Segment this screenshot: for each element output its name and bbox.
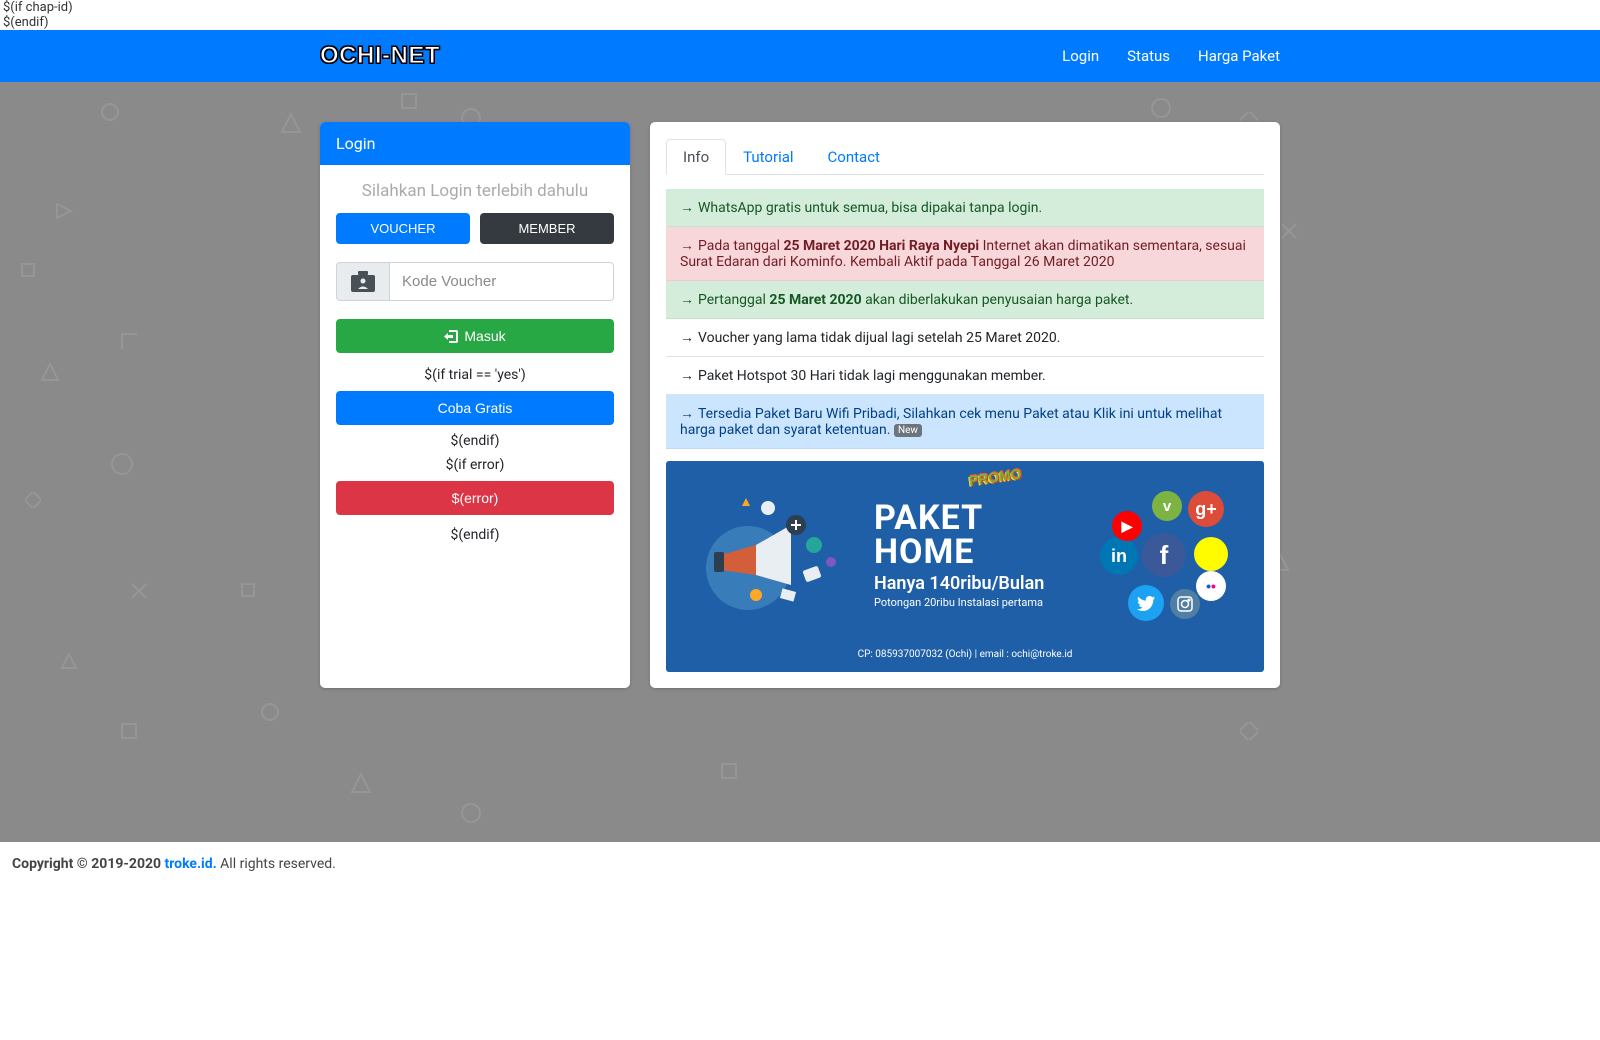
brand-logo[interactable]: OCHI-NET (320, 42, 440, 70)
login-card: Login Silahkan Login terlebih dahulu VOU… (320, 122, 630, 688)
arrow-icon: → (680, 238, 694, 254)
arrow-icon: → (680, 368, 694, 384)
googleplus-icon: g+ (1188, 491, 1224, 527)
trial-if: $(if trial == 'yes') (336, 367, 614, 383)
banner-title: PAKET HOME (874, 501, 1076, 569)
endif-2: $(endif) (336, 527, 614, 543)
endif-1: $(endif) (336, 433, 614, 449)
notice-paket-baru: →Tersedia Paket Baru Wifi Pribadi, Silah… (666, 395, 1264, 449)
banner-contact: CP: 085937007032 (Ochi) | email : ochi@t… (696, 649, 1234, 660)
tab-member[interactable]: MEMBER (480, 213, 614, 244)
notice-hotspot: →Paket Hotspot 30 Hari tidak lagi menggu… (666, 357, 1264, 395)
masuk-button[interactable]: Masuk (336, 319, 614, 353)
flickr-icon: •• (1196, 571, 1226, 601)
tab-voucher[interactable]: VOUCHER (336, 213, 470, 244)
notice-nyepi: →Pada tanggal 25 Maret 2020 Hari Raya Ny… (666, 227, 1264, 281)
tab-tutorial[interactable]: Tutorial (726, 139, 810, 175)
notice-voucher-lama: →Voucher yang lama tidak dijual lagi set… (666, 319, 1264, 357)
social-icons: f in g+ v ▶ •• (1094, 485, 1234, 625)
template-directive-2: $(endif) (0, 15, 1600, 30)
info-card: Info Tutorial Contact →WhatsApp gratis u… (650, 122, 1280, 688)
instagram-icon (1170, 589, 1200, 619)
tab-info[interactable]: Info (666, 139, 726, 175)
navbar: OCHI-NET Login Status Harga Paket (0, 30, 1600, 82)
banner-price: Hanya 140ribu/Bulan (874, 573, 1076, 594)
youtube-icon: ▶ (1112, 511, 1142, 541)
snapchat-icon (1194, 537, 1228, 571)
arrow-icon: → (680, 406, 694, 422)
login-header: Login (320, 122, 630, 165)
footer-rights: All rights reserved. (217, 856, 336, 872)
facebook-icon: f (1142, 533, 1186, 577)
twitter-icon (1128, 585, 1164, 621)
vimeo-icon: v (1152, 491, 1182, 521)
coba-gratis-button[interactable]: Coba Gratis (336, 391, 614, 425)
masuk-label: Masuk (464, 328, 505, 344)
arrow-icon: → (680, 200, 694, 216)
login-subtitle: Silahkan Login terlebih dahulu (336, 181, 614, 201)
content-area: Login Silahkan Login terlebih dahulu VOU… (0, 82, 1600, 842)
if-error: $(if error) (336, 457, 614, 473)
promo-banner[interactable]: PROMO (666, 461, 1264, 672)
notice-harga: →Pertanggal 25 Maret 2020 akan diberlaku… (666, 281, 1264, 319)
banner-sub: Potongan 20ribu Instalasi pertama (874, 596, 1076, 609)
nav-login[interactable]: Login (1062, 47, 1099, 65)
template-directive-1: $(if chap-id) (0, 0, 1600, 15)
nav-status[interactable]: Status (1127, 47, 1170, 65)
voucher-input[interactable] (389, 262, 614, 301)
linkedin-icon: in (1100, 537, 1138, 575)
nav-harga-paket[interactable]: Harga Paket (1198, 47, 1280, 65)
arrow-icon: → (680, 292, 694, 308)
footer-copy: Copyright © 2019-2020 (12, 856, 165, 872)
footer: Copyright © 2019-2020 troke.id. All righ… (0, 842, 1600, 886)
tab-contact[interactable]: Contact (811, 139, 897, 175)
megaphone-illustration (696, 490, 856, 620)
notice-whatsapp: →WhatsApp gratis untuk semua, bisa dipak… (666, 189, 1264, 227)
voucher-addon-icon (336, 262, 389, 301)
new-badge: New (894, 424, 922, 437)
arrow-icon: → (680, 330, 694, 346)
error-button[interactable]: $(error) (336, 481, 614, 515)
footer-link[interactable]: troke.id. (165, 856, 217, 872)
